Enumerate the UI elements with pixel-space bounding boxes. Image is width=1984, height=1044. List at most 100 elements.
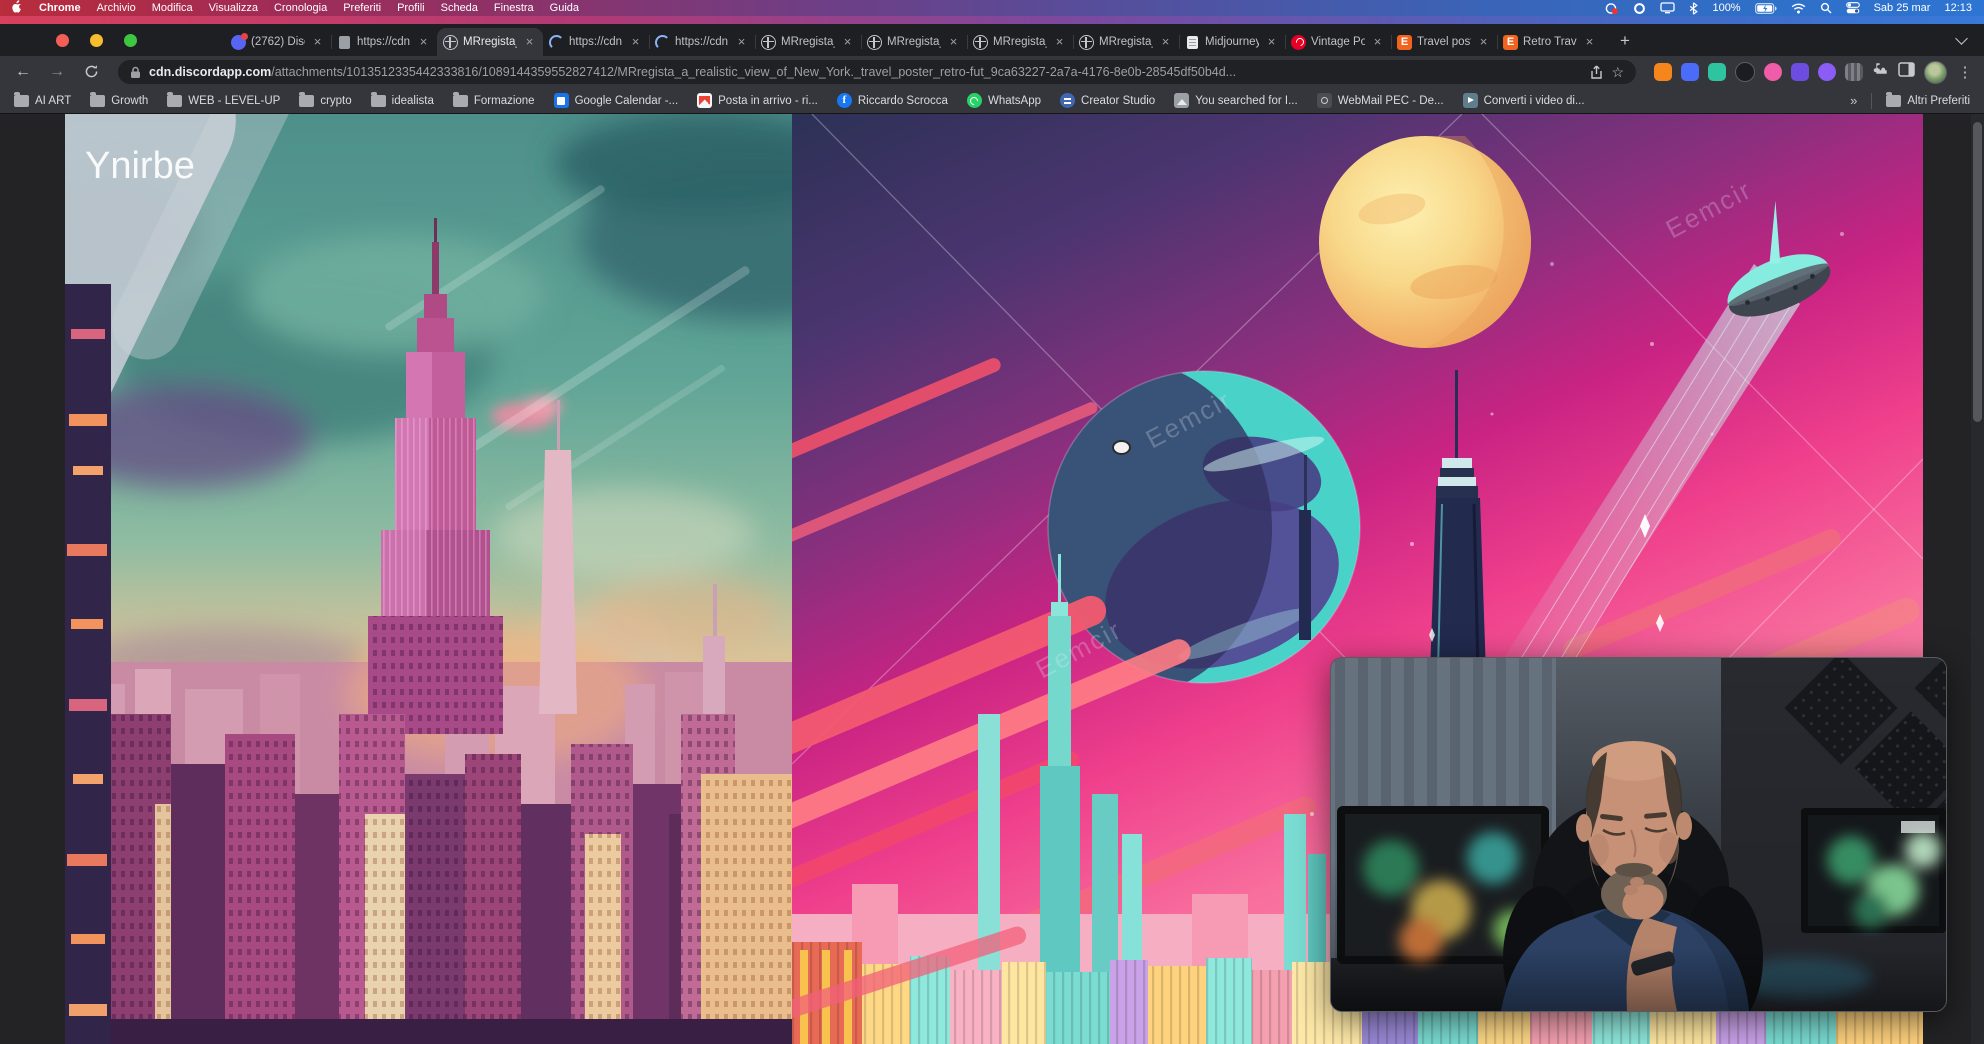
other-bookmarks-folder[interactable]: Altri Preferiti xyxy=(1886,95,1970,107)
minimize-window-button[interactable] xyxy=(90,34,103,47)
menu-finestra[interactable]: Finestra xyxy=(494,2,534,14)
extension-icon-teal[interactable] xyxy=(1708,63,1726,81)
battery-percent[interactable]: 100% xyxy=(1712,2,1740,14)
extensions-puzzle-icon[interactable] xyxy=(1872,61,1889,83)
display-icon[interactable] xyxy=(1660,2,1675,14)
tab-mrregista-2[interactable]: MRregista_ × xyxy=(755,28,861,56)
bookmark-folder-formazione[interactable]: Formazione xyxy=(453,95,535,107)
extension-icon-metamask[interactable] xyxy=(1654,63,1672,81)
menu-guida[interactable]: Guida xyxy=(550,2,579,14)
bookmark-webmail-pec[interactable]: WebMail PEC - De... xyxy=(1317,93,1444,108)
bookmark-folder-crypto[interactable]: crypto xyxy=(299,95,351,107)
bookmark-whatsapp[interactable]: WhatsApp xyxy=(967,93,1041,108)
apple-logo-icon[interactable] xyxy=(12,0,23,16)
bookmark-converti-video[interactable]: Converti i video di... xyxy=(1463,93,1585,108)
bookmark-folder-growth[interactable]: Growth xyxy=(90,95,148,107)
tab-retro-travel[interactable]: E Retro Trave × xyxy=(1497,28,1603,56)
menu-profili[interactable]: Profili xyxy=(397,2,425,14)
extension-icon-pink[interactable] xyxy=(1764,63,1782,81)
forward-button[interactable]: → xyxy=(44,60,70,84)
bookmark-folder-ai-art[interactable]: AI ART xyxy=(14,95,71,107)
tab-close-icon[interactable]: × xyxy=(1476,35,1491,50)
bookmark-creator-studio[interactable]: Creator Studio xyxy=(1060,93,1155,108)
tab-cdn-1[interactable]: https://cdn × xyxy=(331,28,437,56)
creator-studio-icon xyxy=(1060,93,1075,108)
new-tab-button[interactable]: + xyxy=(1611,28,1639,56)
tab-mrregista-active[interactable]: MRregista_ × xyxy=(437,28,543,56)
page-scrollbar[interactable] xyxy=(1971,114,1984,1044)
left-edge-tower xyxy=(65,284,111,1044)
menu-preferiti[interactable]: Preferiti xyxy=(343,2,381,14)
bookmark-you-searched[interactable]: You searched for I... xyxy=(1174,93,1298,108)
control-center-icon[interactable] xyxy=(1846,2,1860,14)
tab-mrregista-4[interactable]: MRregista_ × xyxy=(967,28,1073,56)
tab-vintage-posters[interactable]: Vintage Pos × xyxy=(1285,28,1391,56)
extension-icon-blue[interactable] xyxy=(1681,63,1699,81)
menu-archivio[interactable]: Archivio xyxy=(97,2,136,14)
tab-close-icon[interactable]: × xyxy=(1582,35,1597,50)
chrome-menu-icon[interactable]: ⋮ xyxy=(1956,63,1974,81)
left-poster-nyc: Ynirbe xyxy=(65,114,792,1044)
tab-close-icon[interactable]: × xyxy=(310,35,325,50)
spotlight-search-icon[interactable] xyxy=(1820,2,1832,14)
tab-close-icon[interactable]: × xyxy=(1370,35,1385,50)
profile-avatar[interactable] xyxy=(1924,61,1947,84)
tab-close-icon[interactable]: × xyxy=(1158,35,1173,50)
page-content: Ynirbe xyxy=(0,114,1984,1044)
wifi-icon[interactable] xyxy=(1791,3,1806,14)
tab-close-icon[interactable]: × xyxy=(840,35,855,50)
bookmark-gmail-inbox[interactable]: Posta in arrivo - ri... xyxy=(697,93,818,108)
tab-search-chevron-icon[interactable] xyxy=(1957,24,1966,56)
app-ring-icon[interactable] xyxy=(1633,2,1646,15)
back-button[interactable]: ← xyxy=(10,60,36,84)
menubar-date[interactable]: Sab 25 mar xyxy=(1874,2,1931,14)
discord-favicon xyxy=(231,35,246,50)
tab-close-icon[interactable]: × xyxy=(522,35,537,50)
tab-discord[interactable]: (2762) Disc × xyxy=(225,28,331,56)
tab-close-icon[interactable]: × xyxy=(628,35,643,50)
tab-midjourney[interactable]: Midjourney × xyxy=(1179,28,1285,56)
tab-close-icon[interactable]: × xyxy=(946,35,961,50)
tab-close-icon[interactable]: × xyxy=(416,35,431,50)
zoom-window-button[interactable] xyxy=(124,34,137,47)
tab-mrregista-3[interactable]: MRregista_ × xyxy=(861,28,967,56)
moon xyxy=(1319,136,1531,348)
bookmark-facebook-profile[interactable]: fRiccardo Scrocca xyxy=(837,93,948,108)
menu-visualizza[interactable]: Visualizza xyxy=(209,2,258,14)
address-bar[interactable]: cdn.discordapp.com/attachments/101351233… xyxy=(118,60,1636,84)
tab-travel-poster[interactable]: E Travel post × xyxy=(1391,28,1497,56)
reload-button[interactable] xyxy=(78,60,104,84)
bookmark-folder-idealista[interactable]: idealista xyxy=(371,95,434,107)
bookmark-google-calendar[interactable]: Google Calendar -... xyxy=(554,93,679,108)
tab-cdn-3[interactable]: https://cdn × xyxy=(649,28,755,56)
bookmark-folder-web-level-up[interactable]: WEB - LEVEL-UP xyxy=(167,95,280,107)
menu-modifica[interactable]: Modifica xyxy=(152,2,193,14)
battery-icon[interactable] xyxy=(1755,3,1777,14)
menu-scheda[interactable]: Scheda xyxy=(441,2,478,14)
extension-icon-purple[interactable] xyxy=(1791,63,1809,81)
share-icon[interactable] xyxy=(1590,65,1603,80)
screen-record-icon[interactable] xyxy=(1605,2,1619,15)
scrollbar-thumb[interactable] xyxy=(1973,122,1982,422)
tab-close-icon[interactable]: × xyxy=(1052,35,1067,50)
tab-mrregista-5[interactable]: MRregista_ × xyxy=(1073,28,1179,56)
bookmarks-overflow-chevron[interactable]: » xyxy=(1850,93,1857,108)
tab-close-icon[interactable]: × xyxy=(734,35,749,50)
tab-cdn-2[interactable]: https://cdn × xyxy=(543,28,649,56)
bluetooth-icon[interactable] xyxy=(1689,2,1698,15)
url-text[interactable]: cdn.discordapp.com/attachments/101351233… xyxy=(149,65,1582,79)
loading-spinner-icon xyxy=(655,35,670,50)
extension-icon-striped[interactable] xyxy=(1845,63,1863,81)
menubar-clock[interactable]: 12:13 xyxy=(1944,2,1972,14)
menu-cronologia[interactable]: Cronologia xyxy=(274,2,327,14)
close-window-button[interactable] xyxy=(56,34,69,47)
extension-icon-violet[interactable] xyxy=(1818,63,1836,81)
menu-chrome[interactable]: Chrome xyxy=(39,2,81,14)
lock-icon xyxy=(130,66,141,79)
webmail-icon xyxy=(1317,93,1332,108)
folder-icon xyxy=(14,95,29,107)
tab-close-icon[interactable]: × xyxy=(1264,35,1279,50)
extension-icon-dark[interactable] xyxy=(1735,62,1755,82)
bookmark-star-icon[interactable]: ☆ xyxy=(1611,64,1624,81)
side-panel-icon[interactable] xyxy=(1898,62,1915,82)
